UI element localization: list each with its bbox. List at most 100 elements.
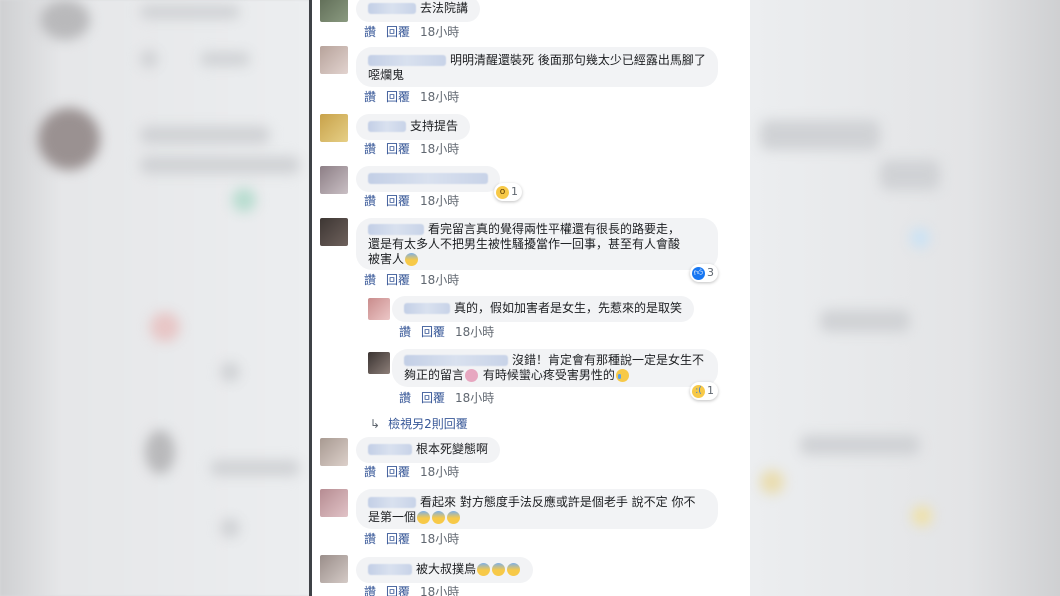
- comment-actions: 讚回覆 18小時: [364, 140, 469, 157]
- reply-arrow-icon: ↳: [370, 417, 381, 431]
- reaction-number: 3: [707, 266, 714, 279]
- reply-link[interactable]: 回覆: [386, 90, 410, 104]
- comment-actions: 讚回覆 18小時: [364, 271, 469, 288]
- reply-link[interactable]: 回覆: [421, 391, 445, 405]
- view-more-replies-link[interactable]: ↳ 檢視另2則回覆: [370, 415, 468, 432]
- like-link[interactable]: 讚: [364, 90, 376, 104]
- blurred-background-left: [0, 0, 310, 596]
- like-link[interactable]: 讚: [364, 465, 376, 479]
- comment-actions: 讚回覆 18小時: [364, 192, 469, 209]
- reply-link[interactable]: 回覆: [386, 585, 410, 596]
- reply-link[interactable]: 回覆: [386, 25, 410, 39]
- avatar[interactable]: [320, 46, 348, 74]
- comment-bubble: 被大叔撲鳥: [356, 557, 534, 583]
- commenter-name[interactable]: [368, 497, 416, 508]
- avatar[interactable]: [368, 298, 390, 320]
- like-link[interactable]: 讚: [364, 273, 376, 287]
- comment-text: 還是有太多人不把男生被性騷擾當作一回事，甚至有人會酸: [368, 237, 681, 251]
- like-link[interactable]: 讚: [399, 391, 411, 405]
- fear-emoji-icon: [492, 563, 506, 576]
- reply-bubble: 沒錯！肯定會有那種說一定是女生不 夠正的留言 有時候蠻心疼受害男性的: [392, 349, 718, 387]
- comment-text: 被大叔撲鳥: [416, 562, 477, 576]
- comment-text: 去法院講: [420, 1, 469, 15]
- like-link[interactable]: 讚: [364, 532, 376, 546]
- reply-link[interactable]: 回覆: [386, 465, 410, 479]
- reaction-count[interactable]: 👍︎ 3: [690, 264, 718, 282]
- commenter-name[interactable]: [368, 3, 416, 14]
- timestamp[interactable]: 18小時: [420, 585, 459, 596]
- blurred-shape: [820, 310, 910, 332]
- timestamp[interactable]: 18小時: [420, 273, 459, 287]
- comment-text: 真的，假如加害者是女生，先惹來的是取笑: [454, 301, 683, 315]
- timestamp[interactable]: 18小時: [420, 25, 459, 39]
- reaction-count[interactable]: :(1: [690, 382, 718, 400]
- commenter-name[interactable]: [368, 173, 488, 184]
- reply-bubble: 真的，假如加害者是女生，先惹來的是取笑: [392, 296, 695, 322]
- reply-link[interactable]: 回覆: [386, 142, 410, 156]
- blurred-shape: [800, 435, 920, 455]
- blurred-shape: [220, 518, 240, 538]
- like-link[interactable]: 讚: [364, 142, 376, 156]
- comment-text: 被害人: [368, 252, 405, 266]
- reaction-number: 1: [511, 185, 518, 198]
- avatar[interactable]: [320, 218, 348, 246]
- blurred-shape: [140, 50, 158, 68]
- reply-link[interactable]: 回覆: [386, 273, 410, 287]
- reply-link[interactable]: 回覆: [386, 532, 410, 546]
- avatar[interactable]: [320, 438, 348, 466]
- reaction-count[interactable]: o1: [494, 183, 522, 201]
- avatar[interactable]: [320, 555, 348, 583]
- timestamp[interactable]: 18小時: [420, 90, 459, 104]
- like-link[interactable]: 讚: [364, 585, 376, 596]
- commenter-name[interactable]: [368, 564, 412, 575]
- like-link[interactable]: 讚: [364, 25, 376, 39]
- comment-bubble: 明明清醒還裝死 後面那句幾太少已經露出馬腳了 噁爛鬼: [356, 47, 718, 87]
- sad-reaction-icon: :(: [692, 384, 705, 398]
- blurred-shape: [760, 120, 880, 150]
- timestamp[interactable]: 18小時: [420, 465, 459, 479]
- blurred-avatar: [40, 0, 90, 40]
- fear-emoji-icon: [417, 511, 431, 524]
- timestamp[interactable]: 18小時: [420, 142, 459, 156]
- blurred-shape: [150, 312, 180, 342]
- avatar[interactable]: [320, 0, 348, 22]
- blurred-shape: [910, 228, 930, 248]
- comment-text: 是第一個: [368, 510, 417, 524]
- comment-text: 有時候蠻心疼受害男性的: [482, 368, 615, 382]
- view-more-label: 檢視另2則回覆: [388, 417, 468, 431]
- commenter-name[interactable]: [368, 224, 424, 235]
- blurred-shape: [880, 160, 940, 190]
- avatar[interactable]: [320, 489, 348, 517]
- person-shrug-emoji-icon: [465, 369, 479, 382]
- comment-bubble: 看完留言真的覺得兩性平權還有很長的路要走， 還是有太多人不把男生被性騷擾當作一回…: [356, 218, 718, 270]
- like-link[interactable]: 讚: [399, 325, 411, 339]
- commenter-name[interactable]: [368, 444, 412, 455]
- comment-bubble: 看起來 對方態度手法反應或許是個老手 說不定 你不 是第一個: [356, 489, 718, 529]
- blurred-shape: [140, 126, 270, 144]
- comment-actions: 讚回覆 18小時: [364, 463, 469, 480]
- timestamp[interactable]: 18小時: [455, 325, 494, 339]
- timestamp[interactable]: 18小時: [420, 194, 459, 208]
- timestamp[interactable]: 18小時: [455, 391, 494, 405]
- like-reaction-icon: 👍︎: [692, 266, 705, 280]
- avatar[interactable]: [368, 352, 390, 374]
- reply-link[interactable]: 回覆: [421, 325, 445, 339]
- fear-emoji-icon: [432, 511, 446, 524]
- like-link[interactable]: 讚: [364, 194, 376, 208]
- comment-actions: 讚回覆 18小時: [399, 323, 504, 340]
- crying-emoji-icon: [615, 369, 629, 382]
- comment-actions: 讚回覆 18小時: [364, 530, 469, 547]
- fear-emoji-icon: [507, 563, 521, 576]
- reply-link[interactable]: 回覆: [386, 194, 410, 208]
- commenter-name[interactable]: [368, 121, 406, 132]
- commenter-name[interactable]: [404, 303, 450, 314]
- comment-text: 夠正的留言: [404, 368, 465, 382]
- timestamp[interactable]: 18小時: [420, 532, 459, 546]
- commenter-name[interactable]: [368, 55, 446, 66]
- avatar[interactable]: [320, 166, 348, 194]
- commenter-name[interactable]: [404, 355, 508, 366]
- blurred-shape: [210, 460, 300, 476]
- comment-text: 根本死變態啊: [416, 442, 489, 456]
- avatar[interactable]: [320, 114, 348, 142]
- comment-text: 沒錯！肯定會有那種說一定是女生不: [512, 353, 705, 367]
